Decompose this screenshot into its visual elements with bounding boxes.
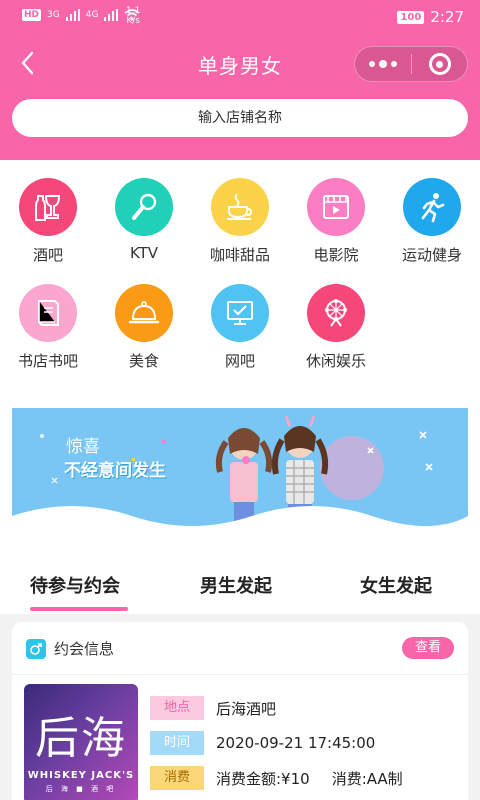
- ferris-wheel-icon: [307, 284, 365, 342]
- signal-4g-label: 4G: [85, 10, 99, 20]
- time-row: 时间 2020-09-21 17:45:00: [150, 731, 375, 755]
- close-mini-program-button[interactable]: [412, 47, 467, 81]
- category-internet-cafe[interactable]: 网吧: [192, 284, 288, 371]
- category-label: 咖啡甜品: [209, 246, 270, 264]
- search-input[interactable]: [12, 99, 468, 137]
- header: HD 3G 4G 1.1 K/s 100 2:27 单身男女: [0, 0, 480, 160]
- hd-badge: HD: [22, 9, 42, 21]
- banner-headline: 惊喜: [66, 437, 100, 457]
- card-header: 约会信息: [26, 638, 114, 659]
- status-right: 100 2:27: [397, 8, 464, 26]
- coffee-cup-icon: [211, 178, 269, 236]
- category-coffee[interactable]: 咖啡甜品: [192, 178, 288, 265]
- food-cloche-icon: [115, 284, 173, 342]
- tab-female-initiated[interactable]: 女生发起: [360, 572, 432, 598]
- clock: 2:27: [430, 8, 464, 26]
- view-button[interactable]: 查看: [402, 637, 454, 659]
- film-icon: [307, 178, 365, 236]
- cost-amount: 消费金额:¥10: [216, 769, 310, 788]
- network-speed-unit: K/s: [126, 16, 140, 26]
- banner-wave: [12, 506, 468, 532]
- category-label: 运动健身: [401, 246, 462, 264]
- cost-row: 消费 消费金额:¥10 消费:AA制: [150, 766, 403, 790]
- banner-subheadline: 不经意间发生: [64, 461, 166, 481]
- network-speed: 1.1 K/s: [126, 6, 140, 26]
- category-grid: 酒吧 KTV 咖啡甜品 电影院 运动健身 书店书吧 美食 网吧 休闲娱乐: [0, 160, 480, 390]
- signal-3g-label: 3G: [47, 10, 60, 20]
- cost-method: 消费:AA制: [331, 769, 403, 788]
- wine-glass-icon: [19, 178, 77, 236]
- date-info-card: 约会信息 查看 后海 WHISKEY JACK'S 后 海 ■ 酒 吧 地点 后…: [12, 622, 468, 800]
- battery-icon: 100: [397, 10, 425, 24]
- active-tab-indicator: [30, 607, 128, 611]
- dot-icon: [369, 61, 375, 67]
- category-label: 书店书吧: [17, 352, 78, 370]
- category-cinema[interactable]: 电影院: [288, 178, 384, 265]
- card-divider: [12, 674, 468, 675]
- category-label: 电影院: [313, 246, 359, 264]
- computer-monitor-icon: [211, 284, 269, 342]
- network-speed-value: 1.1: [126, 6, 141, 16]
- tab-male-initiated[interactable]: 男生发起: [200, 572, 272, 598]
- location-tag: 地点: [150, 696, 204, 720]
- category-label: KTV: [129, 244, 159, 262]
- category-fitness[interactable]: 运动健身: [384, 178, 480, 265]
- category-leisure[interactable]: 休闲娱乐: [288, 284, 384, 371]
- category-label: 休闲娱乐: [305, 352, 366, 370]
- venus-mars-icon: [26, 638, 46, 659]
- banner-section: 惊喜 不经意间发生: [0, 390, 480, 540]
- mini-program-capsule: [354, 46, 468, 82]
- card-title: 约会信息: [54, 640, 115, 658]
- category-bookstore[interactable]: 书店书吧: [0, 284, 96, 371]
- location-value: 后海酒吧: [216, 699, 277, 718]
- venue-logo-text: 后海: [35, 713, 127, 764]
- category-ktv[interactable]: KTV: [96, 178, 192, 262]
- dot-icon: [391, 61, 397, 67]
- navbar: 单身男女: [0, 36, 480, 92]
- cost-tag: 消费: [150, 766, 204, 790]
- location-row: 地点 后海酒吧: [150, 696, 276, 720]
- category-bar[interactable]: 酒吧: [0, 178, 96, 265]
- date-tabs: 待参与约会 男生发起 女生发起: [0, 540, 480, 614]
- venue-logo[interactable]: 后海 WHISKEY JACK'S 后 海 ■ 酒 吧: [24, 684, 138, 800]
- category-food[interactable]: 美食: [96, 284, 192, 371]
- tab-pending-dates[interactable]: 待参与约会: [30, 572, 120, 598]
- time-value: 2020-09-21 17:45:00: [216, 734, 376, 752]
- signal-bars-icon: [65, 9, 80, 21]
- target-close-icon: [428, 53, 451, 75]
- more-button[interactable]: [355, 47, 411, 81]
- microphone-icon: [115, 178, 173, 236]
- signal-bars-icon: [104, 9, 119, 21]
- category-label: 酒吧: [32, 246, 63, 264]
- status-bar: HD 3G 4G 1.1 K/s 100 2:27: [0, 0, 480, 34]
- running-man-icon: [403, 178, 461, 236]
- dot-icon: [379, 60, 387, 68]
- promo-banner[interactable]: 惊喜 不经意间发生: [12, 408, 468, 532]
- status-left: HD 3G 4G: [22, 9, 140, 21]
- venue-logo-subtitle: WHISKEY JACK'S: [27, 770, 135, 781]
- category-label: 美食: [128, 352, 159, 370]
- book-icon: [19, 284, 77, 342]
- category-label: 网吧: [224, 352, 255, 370]
- venue-logo-caption: 后 海 ■ 酒 吧: [45, 785, 117, 793]
- time-tag: 时间: [150, 731, 204, 755]
